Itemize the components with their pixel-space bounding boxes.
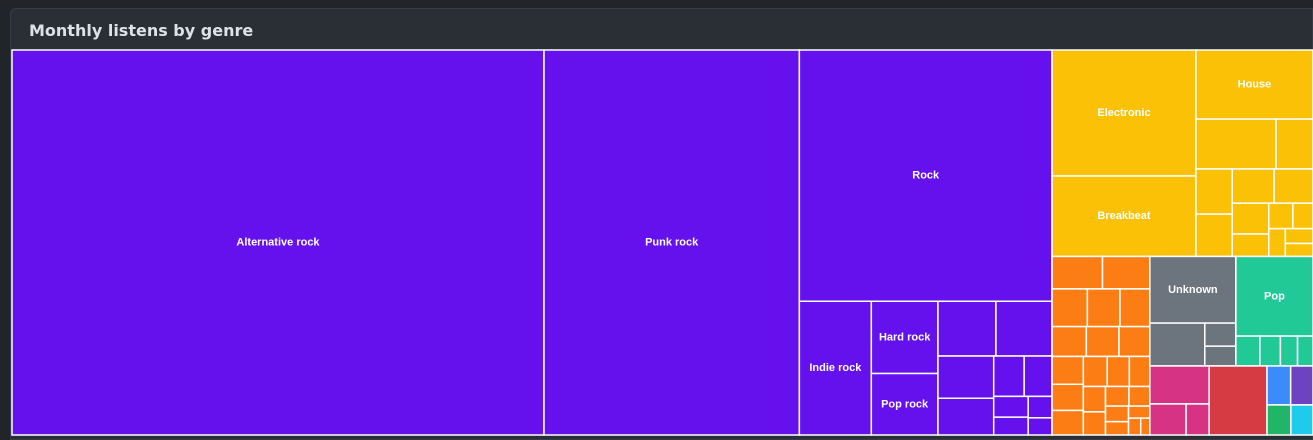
genre-group: Pop xyxy=(1235,255,1313,367)
treemap-tile[interactable] xyxy=(1051,409,1085,436)
treemap-tile[interactable] xyxy=(1051,325,1088,358)
treemap-tile[interactable] xyxy=(1149,255,1237,324)
genre-group: Alternative rock Punk rockRockIndie rockH… xyxy=(11,49,1053,436)
treemap-tile[interactable] xyxy=(1149,403,1187,436)
treemap-tile[interactable] xyxy=(1266,404,1292,436)
genre-group xyxy=(1266,365,1292,406)
treemap-tile[interactable] xyxy=(937,355,995,400)
treemap-tile[interactable] xyxy=(1104,385,1130,407)
treemap-tile[interactable] xyxy=(11,49,545,436)
treemap-tile[interactable] xyxy=(1231,168,1275,204)
treemap-tile[interactable] xyxy=(1195,49,1313,120)
treemap-tile[interactable] xyxy=(1106,355,1131,388)
treemap-tile[interactable] xyxy=(1119,288,1151,328)
treemap-tile[interactable] xyxy=(995,300,1053,357)
treemap-tile[interactable] xyxy=(1204,322,1237,347)
treemap-tile[interactable] xyxy=(1104,405,1130,423)
treemap-tile[interactable] xyxy=(1051,255,1104,290)
treemap-tile[interactable] xyxy=(1127,405,1151,419)
treemap-tile[interactable] xyxy=(937,300,997,357)
treemap-tile[interactable] xyxy=(1195,168,1233,215)
treemap-tile[interactable] xyxy=(1185,403,1210,436)
treemap-tile[interactable] xyxy=(1259,335,1282,367)
treemap-tile[interactable] xyxy=(1195,213,1233,258)
treemap-tile[interactable] xyxy=(1082,385,1107,413)
treemap-tile[interactable] xyxy=(798,300,873,436)
treemap-tile[interactable] xyxy=(1284,227,1313,245)
treemap-tile[interactable] xyxy=(1027,395,1053,419)
treemap-tile[interactable] xyxy=(1023,355,1053,398)
treemap-tile[interactable] xyxy=(1292,202,1313,230)
treemap-tile[interactable] xyxy=(1051,383,1085,412)
treemap-tile[interactable] xyxy=(992,355,1025,398)
genre-group xyxy=(1149,365,1210,436)
genre-group xyxy=(1289,365,1313,406)
treemap-tile[interactable] xyxy=(1289,365,1313,406)
treemap-tile[interactable] xyxy=(1139,417,1151,436)
genre-treemap: Alternative rock Punk rockRockIndie rockH… xyxy=(11,49,1313,436)
treemap-tile[interactable] xyxy=(870,372,939,436)
treemap-tile[interactable] xyxy=(1051,355,1085,386)
genre-group xyxy=(1051,255,1151,436)
treemap-tile[interactable] xyxy=(1082,411,1107,436)
treemap-tile[interactable] xyxy=(1101,255,1151,290)
treemap-tile[interactable] xyxy=(992,395,1029,418)
treemap-tile[interactable] xyxy=(1051,288,1089,328)
treemap-tile[interactable] xyxy=(1149,322,1206,367)
treemap-tile[interactable] xyxy=(543,49,801,436)
genre-group: Unknown xyxy=(1149,255,1237,367)
treemap-tile[interactable] xyxy=(1086,288,1121,328)
treemap-tile[interactable] xyxy=(1290,404,1313,436)
treemap-tile[interactable] xyxy=(1268,227,1287,258)
treemap-tile[interactable] xyxy=(1268,202,1294,230)
treemap-tile[interactable] xyxy=(1231,202,1270,235)
genre-group xyxy=(1266,404,1292,436)
treemap-tile[interactable] xyxy=(1275,118,1313,170)
treemap-tile[interactable] xyxy=(992,416,1029,436)
treemap-tile[interactable] xyxy=(1195,118,1277,170)
treemap-tile[interactable] xyxy=(1128,355,1151,388)
treemap-tile[interactable] xyxy=(1082,355,1108,388)
treemap-tile[interactable] xyxy=(1208,365,1268,436)
treemap-tile[interactable] xyxy=(1235,255,1313,337)
treemap-tile[interactable] xyxy=(1266,365,1292,406)
genre-group xyxy=(1208,365,1268,436)
treemap-tile[interactable] xyxy=(1279,335,1299,367)
treemap-tile[interactable] xyxy=(1104,420,1130,436)
treemap-tile[interactable] xyxy=(1235,335,1261,367)
treemap-tile[interactable] xyxy=(798,49,1053,303)
treemap-tile[interactable] xyxy=(1051,175,1197,258)
genre-group: ElectronicBreakbeatHouse xyxy=(1051,49,1313,258)
treemap-tile[interactable] xyxy=(1127,417,1142,436)
treemap-tile[interactable] xyxy=(1284,242,1313,258)
treemap-tile[interactable] xyxy=(1296,335,1313,367)
treemap-tile[interactable] xyxy=(1231,233,1270,258)
treemap-tile[interactable] xyxy=(1273,168,1313,204)
treemap-tile[interactable] xyxy=(1149,365,1210,405)
treemap-tile[interactable] xyxy=(1128,385,1151,407)
genre-group xyxy=(1290,404,1313,436)
treemap-tile[interactable] xyxy=(1027,417,1053,436)
treemap-tile[interactable] xyxy=(1118,325,1151,358)
treemap-tile[interactable] xyxy=(937,397,995,436)
treemap-tile[interactable] xyxy=(870,300,939,375)
treemap-tile[interactable] xyxy=(1085,325,1120,358)
treemap-tile[interactable] xyxy=(1204,345,1237,367)
treemap-tile[interactable] xyxy=(1051,49,1197,177)
